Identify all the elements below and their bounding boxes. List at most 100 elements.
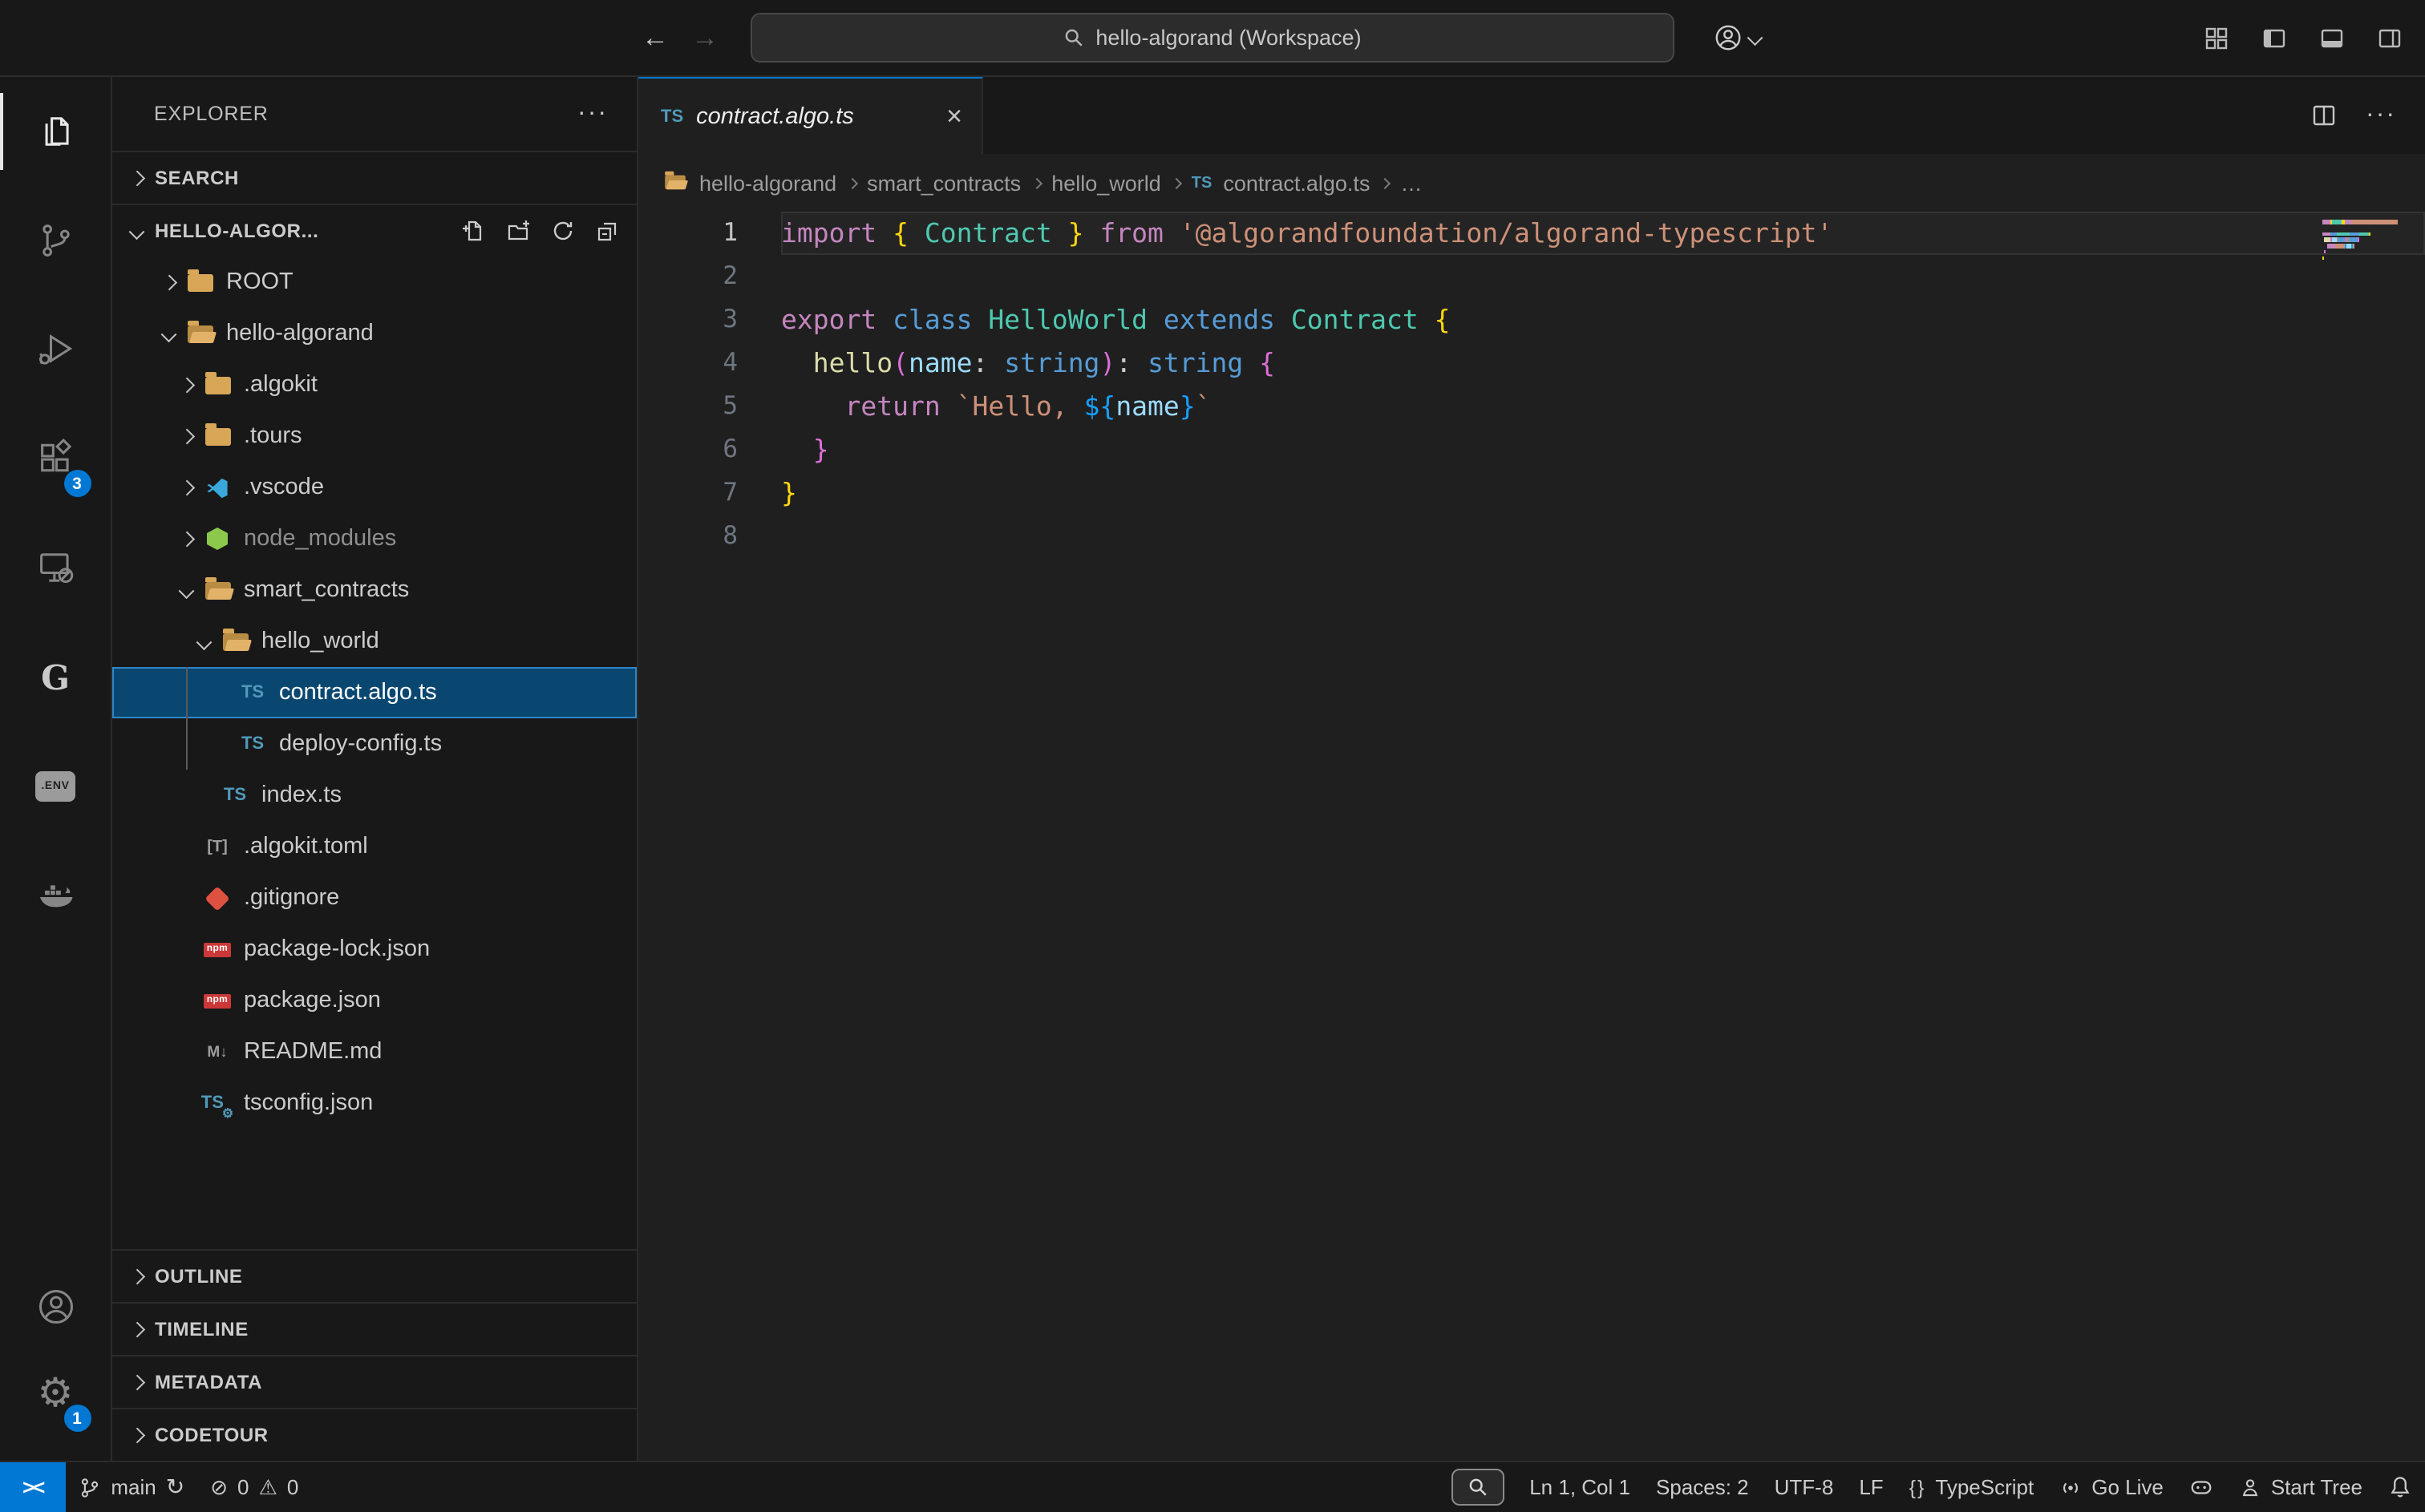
- tree-item-label: .vscode: [244, 475, 324, 500]
- explorer-more-actions-button[interactable]: ···: [577, 99, 608, 128]
- profile-button[interactable]: [1713, 22, 1760, 53]
- toggle-primary-sidebar-icon[interactable]: [2261, 25, 2287, 51]
- tree-item-index.ts[interactable]: TS index.ts: [112, 770, 637, 821]
- tree-item-.vscode[interactable]: .vscode: [112, 462, 637, 513]
- breadcrumb-item[interactable]: …: [1400, 171, 1422, 195]
- tree-item-.algokit.toml[interactable]: [T] .algokit.toml: [112, 821, 637, 872]
- tree-item-hello_world[interactable]: hello_world: [112, 616, 637, 667]
- tree-item-node_modules[interactable]: node_modules: [112, 513, 637, 564]
- code-line-3: 3export class HelloWorld extends Contrac…: [638, 298, 2425, 342]
- command-center[interactable]: hello-algorand (Workspace): [751, 13, 1674, 63]
- tree-item-label: README.md: [244, 1039, 382, 1065]
- line-number: 2: [638, 255, 738, 298]
- section-outline-label: OUTLINE: [155, 1265, 243, 1288]
- activity-explorer[interactable]: [0, 93, 111, 170]
- section-timeline[interactable]: TIMELINE: [112, 1302, 637, 1355]
- node-icon: [200, 521, 234, 556]
- forward-button[interactable]: →: [691, 22, 719, 54]
- activity-remote-explorer[interactable]: [0, 529, 111, 606]
- section-outline[interactable]: OUTLINE: [112, 1249, 637, 1302]
- activity-docker[interactable]: [0, 856, 111, 933]
- minimap[interactable]: [2322, 220, 2406, 269]
- remote-explorer-icon: [34, 547, 76, 588]
- eol-sequence[interactable]: LF: [1846, 1462, 1896, 1512]
- activity-settings[interactable]: ⚙ 1: [0, 1355, 111, 1432]
- cursor-position[interactable]: Ln 1, Col 1: [1516, 1462, 1643, 1512]
- tree-item-.gitignore[interactable]: .gitignore: [112, 872, 637, 924]
- tree-item-.algokit[interactable]: .algokit: [112, 359, 637, 410]
- start-tree[interactable]: Start Tree: [2226, 1462, 2375, 1512]
- breadcrumb-item[interactable]: smart_contracts: [867, 171, 1021, 195]
- problems-status[interactable]: ⊘ 0 ⚠ 0: [197, 1462, 311, 1512]
- extensions-badge: 3: [63, 470, 91, 497]
- code-line-6: 6 }: [638, 428, 2425, 471]
- activity-accounts[interactable]: [0, 1268, 111, 1345]
- tree-item-label: index.ts: [261, 782, 342, 808]
- tree-item-tsconfig.json[interactable]: TS⚙tsconfig.json: [112, 1077, 637, 1129]
- tree-item-smart_contracts[interactable]: smart_contracts: [112, 564, 637, 616]
- tree-item-label: .algokit.toml: [244, 834, 368, 859]
- activity-dotenv[interactable]: .ENV: [0, 747, 111, 824]
- tree-item-ROOT[interactable]: ROOT: [112, 257, 637, 308]
- copilot-icon: [2189, 1475, 2213, 1499]
- encoding[interactable]: UTF-8: [1762, 1462, 1847, 1512]
- search-icon: [1063, 27, 1084, 48]
- activity-g-extension[interactable]: G: [0, 638, 111, 715]
- section-codetour[interactable]: CODETOUR: [112, 1408, 637, 1461]
- chevron-down-icon: [197, 634, 212, 649]
- go-live[interactable]: Go Live: [2046, 1462, 2176, 1512]
- tree-item-hello-algorand[interactable]: hello-algorand: [112, 308, 637, 359]
- branch-status[interactable]: main ↻: [66, 1462, 197, 1512]
- tsconfig-icon: TS⚙: [200, 1085, 234, 1121]
- g-extension-icon: G: [41, 657, 70, 697]
- remote-indicator[interactable]: ><: [0, 1462, 66, 1512]
- tree-item-.tours[interactable]: .tours: [112, 410, 637, 462]
- code-line-1: 1import { Contract } from '@algorandfoun…: [638, 212, 2425, 255]
- explorer-sidebar: EXPLORER ··· SEARCH HELLO-ALGOR...: [112, 77, 638, 1461]
- ts-icon: TS: [218, 778, 252, 813]
- tab-contract-algo-ts[interactable]: TS contract.algo.ts ×: [638, 77, 983, 154]
- tree-item-contract.algo.ts[interactable]: TScontract.algo.ts: [112, 667, 637, 718]
- tree-item-deploy-config.ts[interactable]: TSdeploy-config.ts: [112, 718, 637, 770]
- tree-item-package.json[interactable]: npmpackage.json: [112, 975, 637, 1026]
- tree-item-package-lock.json[interactable]: npm package-lock.json: [112, 924, 637, 975]
- toggle-secondary-sidebar-icon[interactable]: [2377, 25, 2403, 51]
- zoom-indicator[interactable]: [1438, 1462, 1516, 1512]
- account-icon: [1713, 22, 1743, 53]
- new-folder-button[interactable]: [505, 218, 531, 244]
- activity-run-debug[interactable]: [0, 311, 111, 388]
- refresh-button[interactable]: [550, 218, 576, 244]
- copilot-status[interactable]: [2176, 1462, 2226, 1512]
- customize-layout-icon[interactable]: [2204, 25, 2229, 51]
- folder-icon: [200, 367, 234, 402]
- collapse-folders-button[interactable]: [595, 218, 621, 244]
- breadcrumb-item[interactable]: hello-algorand: [699, 171, 836, 195]
- vscode-window: ← → hello-algorand (Workspace): [0, 0, 2425, 1512]
- activity-extensions[interactable]: 3: [0, 420, 111, 497]
- toggle-panel-icon[interactable]: [2319, 25, 2345, 51]
- breadcrumb-item[interactable]: hello_world: [1051, 171, 1161, 195]
- tree-item-README.md[interactable]: M↓README.md: [112, 1026, 637, 1077]
- new-file-button[interactable]: [460, 218, 486, 244]
- go-live-label: Go Live: [2091, 1475, 2164, 1499]
- chevron-right-icon: [180, 429, 194, 443]
- tree-item-label: package-lock.json: [244, 936, 430, 962]
- breadcrumb-item[interactable]: contract.algo.ts: [1223, 171, 1370, 195]
- tree-item-label: package.json: [244, 988, 381, 1013]
- section-metadata[interactable]: METADATA: [112, 1355, 637, 1408]
- toml-icon: [T]: [200, 829, 234, 864]
- activity-source-control[interactable]: [0, 202, 111, 279]
- code-editor[interactable]: 1import { Contract } from '@algorandfoun…: [638, 212, 2425, 1461]
- split-editor-icon[interactable]: [2311, 103, 2337, 128]
- npm-icon: npm: [200, 932, 234, 967]
- back-button[interactable]: ←: [642, 22, 669, 54]
- indentation[interactable]: Spaces: 2: [1643, 1462, 1762, 1512]
- section-workspace[interactable]: HELLO-ALGOR...: [112, 204, 637, 257]
- close-tab-icon[interactable]: ×: [946, 103, 962, 130]
- language-mode[interactable]: {} TypeScript: [1897, 1462, 2047, 1512]
- editor-more-actions-icon[interactable]: ···: [2366, 101, 2396, 130]
- section-search[interactable]: SEARCH: [112, 151, 637, 204]
- magnifier-icon: [1451, 1469, 1504, 1506]
- notifications[interactable]: [2375, 1462, 2425, 1512]
- chevron-right-icon: [846, 177, 857, 188]
